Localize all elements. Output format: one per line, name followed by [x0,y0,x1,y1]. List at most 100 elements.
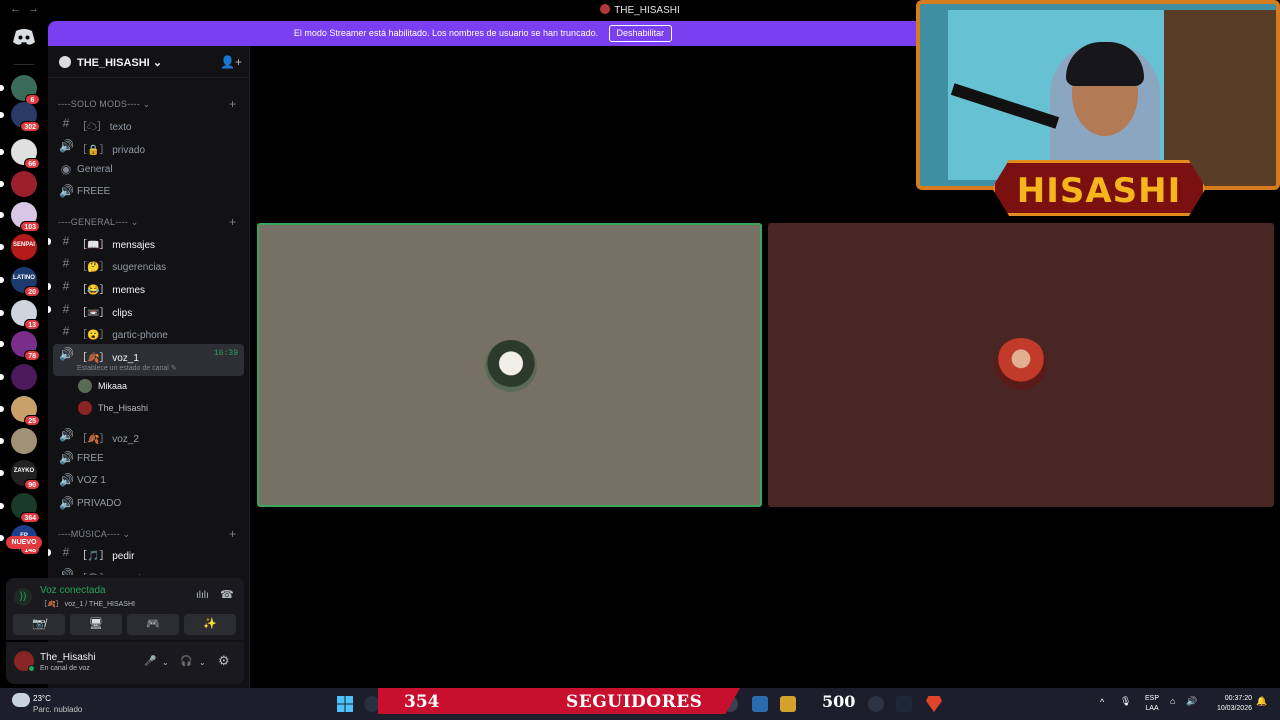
voice-timer: 16:39 [213,349,238,358]
participant-tile-the-hisashi[interactable] [768,223,1274,507]
headset-icon[interactable]: 🎧 [180,656,192,667]
server-icon[interactable]: 364 [0,493,40,523]
channel-texto[interactable]: # ［☁］ texto [53,113,244,134]
webcam-overlay: HISASHI [916,0,1280,218]
weather-icon[interactable] [12,693,30,707]
volume-icon[interactable]: 🔊 [1186,696,1197,707]
weather-temperature[interactable]: 23°C [33,694,51,703]
category-general[interactable]: ----GENERAL---- ⌄ [58,217,138,228]
camera-button[interactable]: 📷̸ [13,614,65,635]
followers-goal: 500 [822,692,856,711]
category-solo-mods[interactable]: ----SOLO MODS---- ⌄ [58,99,150,110]
channel-mensajes[interactable]: # ［📖］ mensajes [48,231,244,252]
stage-icon: ◉ [60,162,72,176]
chevron-down-icon[interactable]: ⌄ [162,658,169,667]
voice-connected-label[interactable]: Voz conectada [40,585,106,596]
network-icon[interactable]: ⌂ [1170,696,1175,706]
channel-gartic-phone[interactable]: # ［😮］ gartic-phone [53,321,244,342]
channel-privado[interactable]: 🔊 ［🔒］ privado [53,136,244,157]
server-icon[interactable]: 302 [0,102,40,132]
guild-header[interactable]: THE_HISASHI ⌄ 👤+ [48,46,250,78]
server-icon[interactable]: 13 [0,300,40,330]
mention-badge: 90 [24,479,40,490]
server-icon[interactable]: 25 [0,396,40,426]
streamer-mode-message: El modo Streamer está habilitado. Los no… [293,28,599,38]
channel-general-stage[interactable]: ◉ General [53,159,244,180]
microphone-icon[interactable]: 🎙 [1120,696,1131,707]
discord-home-icon[interactable] [12,28,36,46]
channel-label: General [77,164,113,175]
channel-status-prompt[interactable]: Establece un estado de canal ✎ [77,364,177,372]
steam-icon[interactable] [896,696,912,712]
channel-memes[interactable]: # ［😂］ memes [48,276,244,297]
channel-sugerencias[interactable]: # ［🤔］ sugerencias [53,253,244,274]
add-channel-icon[interactable]: + [229,527,236,541]
language-indicator[interactable]: ESP LAA [1145,694,1159,714]
online-status-icon [28,665,35,672]
disconnect-icon[interactable]: ☎ [220,588,234,601]
channel-free[interactable]: 🔊 FREE [53,448,244,469]
chevron-up-icon[interactable]: ^ [1100,697,1104,707]
channel-voz-1-alt[interactable]: 🔊 VOZ 1 [53,470,244,491]
channel-label: VOZ 1 [77,475,106,486]
channel-clips[interactable]: # ［📼］ clips [48,299,244,320]
notification-bell-icon[interactable]: 🔔 [1256,696,1267,707]
channel-label: ［🎵］ pedir [77,551,135,562]
add-channel-icon[interactable]: + [229,215,236,229]
server-icon[interactable]: LATINO 20 [0,267,40,297]
server-icon[interactable]: 103 [0,202,40,232]
server-icon[interactable]: 66 [0,139,40,169]
chevron-down-icon[interactable]: ⌄ [199,658,206,667]
avatar [78,401,92,415]
windows-start-icon[interactable] [337,696,353,712]
rail-separator [14,64,34,65]
avatar [78,379,92,393]
obs-icon[interactable] [868,696,884,712]
channel-freee[interactable]: 🔊 FREEE [53,181,244,202]
signal-icon[interactable]: )) [14,588,32,606]
system-clock[interactable]: 00:37:20 10/03/2026 [1208,694,1252,714]
channel-voz-1[interactable]: 🔊 ［🍂］ voz_1 16:39 Establece un estado de… [53,344,244,376]
search-icon[interactable] [364,696,380,712]
participant-tile-mikaaa[interactable] [257,223,762,507]
add-channel-icon[interactable]: + [229,97,236,111]
nameplate-text: HISASHI [1016,171,1182,211]
server-icon[interactable] [0,364,37,390]
app-icon[interactable] [752,696,768,712]
followers-overlay: 354 SEGUIDORES [378,688,740,714]
channel-label: ［📖］ mensajes [77,240,156,251]
category-musica[interactable]: ----MÚSICA---- ⌄ [58,529,130,540]
activities-button[interactable]: 🎮 [127,614,179,635]
brave-browser-icon[interactable] [926,696,942,712]
new-badge: NUEVO [6,536,42,549]
add-member-icon[interactable]: 👤+ [220,55,242,69]
server-icon[interactable]: ZAYKO 90 [0,460,40,490]
window-title-text: THE_HISASHI [614,5,680,16]
mention-badge: 302 [20,121,40,132]
voice-location[interactable]: ［🍂］ voz_1 / THE_HISASHI [40,599,135,609]
soundboard-button[interactable]: ✨ [184,614,236,635]
server-icon[interactable] [0,171,37,197]
channel-voz-2[interactable]: 🔊 ［🍂］ voz_2 [53,425,244,446]
server-icon[interactable] [0,428,37,454]
microphone-icon[interactable]: 🎤 [144,656,156,667]
channel-pedir[interactable]: # ［🎵］ pedir [48,542,244,563]
disable-streamer-button[interactable]: Deshabilitar [608,25,673,42]
server-icon[interactable]: 78 [0,331,40,361]
app-icon[interactable] [780,696,796,712]
mention-badge: 103 [20,221,40,232]
screen-share-button[interactable]: 🖥 [70,614,122,635]
channel-label: FREEE [77,186,111,197]
channel-privado-voice[interactable]: 🔊 PRIVADO [53,493,244,514]
speaker-icon: 🔊 [59,451,74,465]
channel-escuchar[interactable]: 🔊 ［🎧］ escuchar [53,565,244,575]
weather-description[interactable]: Parc. nublado [33,705,82,714]
settings-gear-icon[interactable]: ⚙ [218,653,230,669]
noise-suppression-icon[interactable]: ılılı [196,590,209,601]
server-icon[interactable]: SENPAI [0,234,37,260]
user-name[interactable]: The_Hisashi [40,652,96,663]
speaker-icon: 🔊 [59,428,74,442]
chevron-down-icon: ⌄ [152,57,163,69]
channel-label: ［🤔］ sugerencias [77,262,167,273]
server-icon[interactable]: 6 [0,75,40,105]
